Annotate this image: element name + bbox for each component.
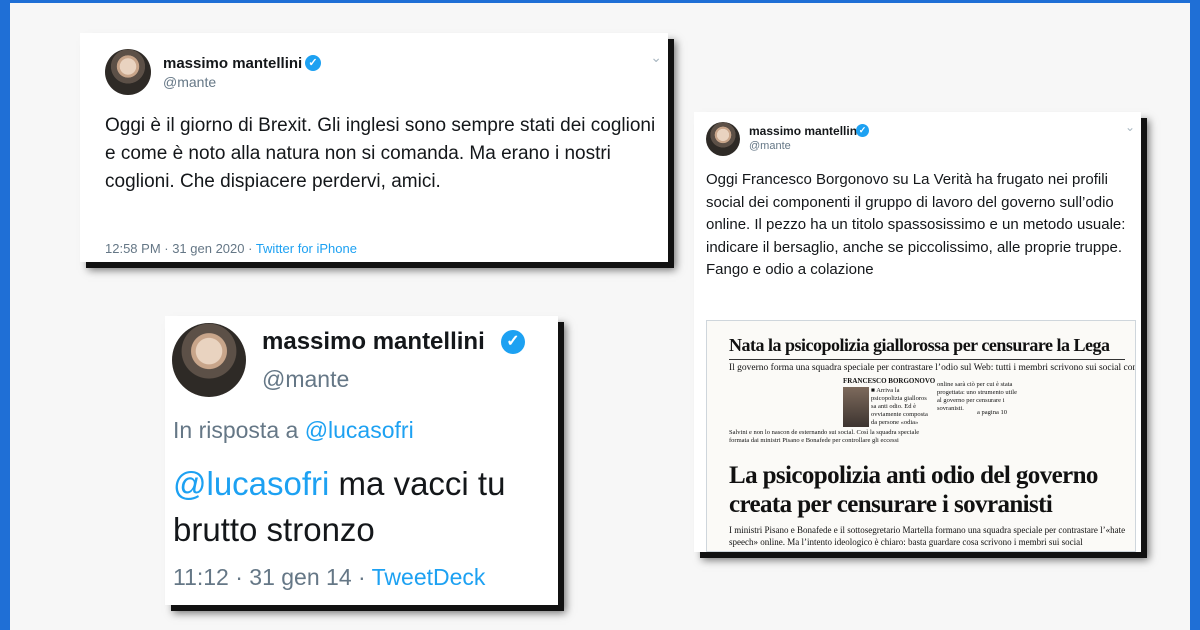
tweet-text: Oggi Francesco Borgonovo su La Verità ha… xyxy=(706,171,1126,278)
frame-right xyxy=(1190,0,1200,630)
clipping-footer: I ministri Pisano e Bonafede e il sottos… xyxy=(729,525,1126,547)
clipping-subheadline: Il governo forma una squadra speciale pe… xyxy=(729,363,1136,373)
verified-badge-icon: ✓ xyxy=(501,330,525,354)
tweet-card-brexit: massimo mantellini ✓ @mante ⌄ Oggi è il … xyxy=(80,33,668,262)
reply-to-link[interactable]: @lucasofri xyxy=(305,417,414,443)
clipping-divider xyxy=(729,359,1125,360)
tweet-card-reply: massimo mantellini ✓ @mante In risposta … xyxy=(165,316,558,605)
clipping-column-1: ■ Arriva la psicopolizia gialloros sa an… xyxy=(871,387,928,426)
tweet-text-line-1: ma vacci tu xyxy=(329,465,506,502)
verified-badge-icon: ✓ xyxy=(856,124,869,137)
clipping-page-ref: a pagina 10 xyxy=(977,409,1007,416)
clipping-author-photo xyxy=(843,387,869,427)
tweet-card-borgonovo: massimo mantellini ✓ @mante ⌄ Oggi Franc… xyxy=(694,112,1141,552)
tweet-text: Oggi è il giorno di Brexit. Gli inglesi … xyxy=(105,115,656,192)
frame-left xyxy=(0,0,10,630)
frame-top xyxy=(0,0,1200,3)
clipping-column-0: Salvini e non lo nascon de esternando su… xyxy=(729,429,920,444)
tweet-text-line-2: brutto stronzo xyxy=(173,511,375,548)
tweet-timestamp[interactable]: 12:58 PM · 31 gen 2020 · xyxy=(105,241,256,256)
tweet-source-link[interactable]: TweetDeck xyxy=(372,564,486,590)
author-name[interactable]: massimo mantellini xyxy=(262,328,485,356)
tweet-meta: 12:58 PM · 31 gen 2020 · Twitter for iPh… xyxy=(105,241,357,256)
author-name[interactable]: massimo mantellini xyxy=(163,55,302,72)
newspaper-clipping-image[interactable]: Nata la psicopolizia giallorossa per cen… xyxy=(706,320,1136,552)
tweet-text: @lucasofri ma vacci tu brutto stronzo xyxy=(173,461,558,553)
clipping-headline: Nata la psicopolizia giallorossa per cen… xyxy=(729,335,1110,355)
chevron-down-icon[interactable]: ⌄ xyxy=(650,49,662,66)
avatar[interactable] xyxy=(105,49,151,95)
author-handle[interactable]: @mante xyxy=(262,366,349,393)
author-handle[interactable]: @mante xyxy=(749,140,791,152)
tweet-source-link[interactable]: Twitter for iPhone xyxy=(256,241,357,256)
verified-badge-icon: ✓ xyxy=(305,55,321,71)
clipping-author: FRANCESCO BORGONOVO xyxy=(843,377,936,385)
tweet-timestamp[interactable]: 11:12 · 31 gen 14 · xyxy=(173,564,372,590)
author-name[interactable]: massimo mantellini xyxy=(749,124,860,138)
reply-prefix: In risposta a xyxy=(173,417,305,443)
clipping-big-headline: La psicopolizia anti odio del governo cr… xyxy=(729,462,1098,518)
avatar[interactable] xyxy=(706,122,740,156)
reply-context: In risposta a @lucasofri xyxy=(173,417,414,444)
author-handle[interactable]: @mante xyxy=(163,74,216,90)
avatar[interactable] xyxy=(172,323,246,397)
tweet-meta: 11:12 · 31 gen 14 · TweetDeck xyxy=(173,564,485,591)
mention-link[interactable]: @lucasofri xyxy=(173,465,329,502)
chevron-down-icon[interactable]: ⌄ xyxy=(1125,120,1135,134)
